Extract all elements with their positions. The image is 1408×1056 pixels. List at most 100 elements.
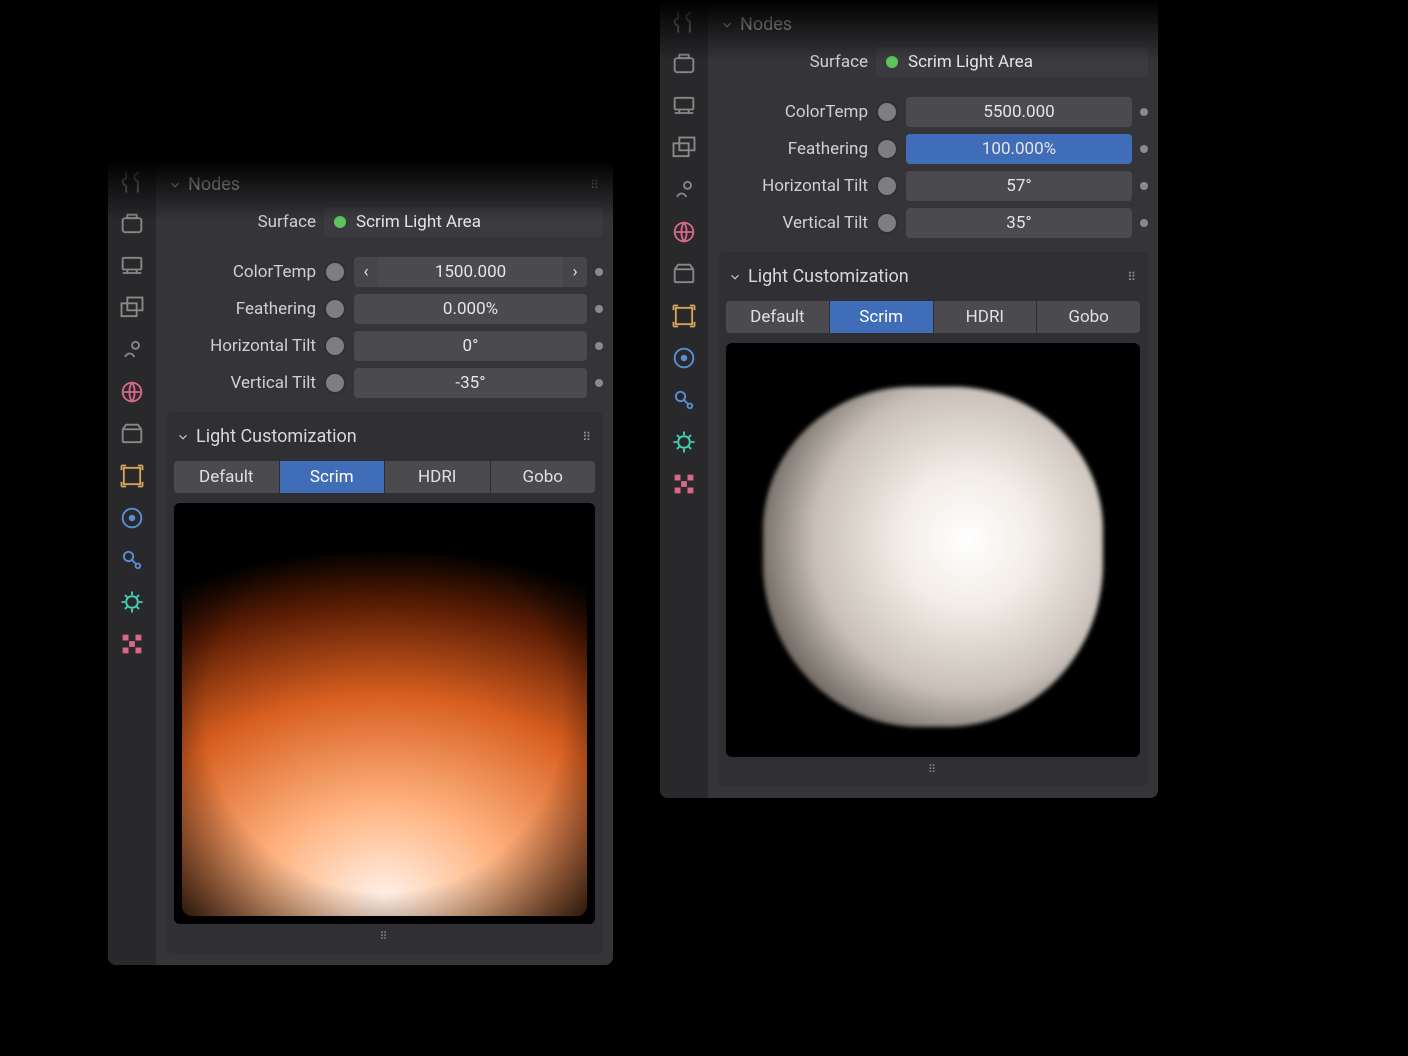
- surface-field[interactable]: Scrim Light Area: [324, 207, 603, 237]
- light-customization-panel: Light Customization ⠿ Default Scrim HDRI…: [166, 412, 603, 953]
- feathering-value: 100.000%: [982, 139, 1056, 159]
- nodes-header[interactable]: Nodes ⠿: [166, 168, 603, 201]
- collection-icon[interactable]: [118, 420, 146, 448]
- data-icon[interactable]: [670, 428, 698, 456]
- drag-handle-icon[interactable]: ⠿: [590, 178, 601, 192]
- tab-hdri[interactable]: HDRI: [934, 301, 1038, 333]
- properties-panel-left: Nodes ⠿ Surface Scrim Light Area ColorTe…: [156, 160, 613, 965]
- feathering-label: Feathering: [718, 139, 868, 159]
- object-icon[interactable]: [670, 302, 698, 330]
- feathering-field[interactable]: 100.000%: [906, 134, 1132, 164]
- anim-dot-icon[interactable]: [595, 268, 603, 276]
- socket-icon[interactable]: [324, 261, 346, 283]
- socket-icon[interactable]: [324, 335, 346, 357]
- anim-dot-icon[interactable]: [595, 342, 603, 350]
- tab-gobo[interactable]: Gobo: [1037, 301, 1140, 333]
- htilt-row: Horizontal Tilt 57°: [718, 171, 1148, 201]
- nodes-header[interactable]: Nodes: [718, 8, 1148, 41]
- physics-icon[interactable]: [670, 386, 698, 414]
- tab-scrim[interactable]: Scrim: [280, 461, 386, 493]
- chevron-down-icon: [720, 18, 734, 32]
- vtilt-label: Vertical Tilt: [718, 213, 868, 233]
- anim-dot-icon[interactable]: [595, 305, 603, 313]
- feathering-row: Feathering 100.000%: [718, 134, 1148, 164]
- tab-default[interactable]: Default: [726, 301, 830, 333]
- custom-header[interactable]: Light Customization ⠿: [174, 420, 595, 453]
- vtilt-row: Vertical Tilt -35°: [166, 368, 603, 398]
- material-icon[interactable]: [670, 470, 698, 498]
- tab-scrim[interactable]: Scrim: [830, 301, 934, 333]
- resize-handle-icon[interactable]: ⠿: [174, 930, 595, 943]
- anim-dot-icon[interactable]: [1140, 182, 1148, 190]
- vtilt-field[interactable]: 35°: [906, 208, 1132, 238]
- socket-icon[interactable]: [324, 372, 346, 394]
- socket-icon[interactable]: [876, 138, 898, 160]
- decrement-icon[interactable]: ‹: [354, 257, 378, 287]
- colortemp-value: 5500.000: [983, 102, 1054, 122]
- render-icon[interactable]: [118, 210, 146, 238]
- output-icon[interactable]: [670, 92, 698, 120]
- vtilt-label: Vertical Tilt: [166, 373, 316, 393]
- world-icon[interactable]: [118, 378, 146, 406]
- tab-gobo[interactable]: Gobo: [491, 461, 596, 493]
- material-icon[interactable]: [118, 630, 146, 658]
- htilt-value: 0°: [463, 336, 479, 356]
- data-icon[interactable]: [118, 588, 146, 616]
- socket-icon[interactable]: [876, 212, 898, 234]
- surface-value: Scrim Light Area: [908, 52, 1033, 72]
- surface-field[interactable]: Scrim Light Area: [876, 47, 1148, 77]
- vtilt-field[interactable]: -35°: [354, 368, 587, 398]
- drag-handle-icon[interactable]: ⠿: [1127, 270, 1138, 284]
- collection-icon[interactable]: [670, 260, 698, 288]
- constraints-icon[interactable]: [670, 344, 698, 372]
- scene-icon[interactable]: [670, 176, 698, 204]
- object-icon[interactable]: [118, 462, 146, 490]
- properties-panel-right: Nodes Surface Scrim Light Area ColorTemp…: [708, 0, 1158, 798]
- anim-dot-icon[interactable]: [595, 379, 603, 387]
- colortemp-field[interactable]: 5500.000: [906, 97, 1132, 127]
- surface-label: Surface: [166, 212, 316, 232]
- tab-default[interactable]: Default: [174, 461, 280, 493]
- anim-dot-icon[interactable]: [1140, 219, 1148, 227]
- viewlayer-icon[interactable]: [118, 294, 146, 322]
- vtilt-value: 35°: [1006, 213, 1031, 233]
- physics-icon[interactable]: [118, 546, 146, 574]
- htilt-label: Horizontal Tilt: [718, 176, 868, 196]
- nodes-title: Nodes: [188, 174, 240, 195]
- htilt-field[interactable]: 57°: [906, 171, 1132, 201]
- output-icon[interactable]: [118, 252, 146, 280]
- world-icon[interactable]: [670, 218, 698, 246]
- resize-handle-icon[interactable]: ⠿: [726, 763, 1140, 776]
- htilt-field[interactable]: 0°: [354, 331, 587, 361]
- colortemp-value: 1500.000: [435, 262, 506, 282]
- constraints-icon[interactable]: [118, 504, 146, 532]
- custom-header[interactable]: Light Customization ⠿: [726, 260, 1140, 293]
- colortemp-field[interactable]: ‹ 1500.000 ›: [354, 257, 587, 287]
- drag-handle-icon[interactable]: ⠿: [582, 430, 593, 444]
- anim-dot-icon[interactable]: [1140, 145, 1148, 153]
- tool-icon[interactable]: [118, 168, 146, 196]
- chevron-down-icon: [728, 270, 742, 284]
- render-icon[interactable]: [670, 50, 698, 78]
- surface-row: Surface Scrim Light Area: [718, 47, 1148, 77]
- tool-icon[interactable]: [670, 8, 698, 36]
- socket-icon[interactable]: [876, 175, 898, 197]
- feathering-field[interactable]: 0.000%: [354, 294, 587, 324]
- custom-title: Light Customization: [196, 426, 357, 447]
- scene-icon[interactable]: [118, 336, 146, 364]
- colortemp-row: ColorTemp ‹ 1500.000 ›: [166, 257, 603, 287]
- surface-value: Scrim Light Area: [356, 212, 481, 232]
- htilt-label: Horizontal Tilt: [166, 336, 316, 356]
- increment-icon[interactable]: ›: [563, 257, 587, 287]
- socket-icon[interactable]: [324, 298, 346, 320]
- tab-hdri[interactable]: HDRI: [385, 461, 491, 493]
- properties-tab-bar: [660, 0, 708, 798]
- viewlayer-icon[interactable]: [670, 134, 698, 162]
- properties-tab-bar: [108, 160, 156, 965]
- colortemp-label: ColorTemp: [166, 262, 316, 282]
- vtilt-row: Vertical Tilt 35°: [718, 208, 1148, 238]
- chevron-down-icon: [168, 178, 182, 192]
- socket-icon[interactable]: [876, 101, 898, 123]
- anim-dot-icon[interactable]: [1140, 108, 1148, 116]
- node-dot-icon: [334, 216, 346, 228]
